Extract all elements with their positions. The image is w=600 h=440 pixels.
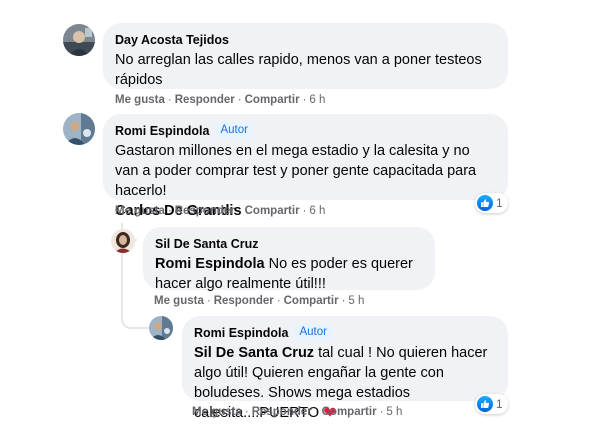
comment-text: No arreglan las calles rapido, menos van… xyxy=(115,52,482,88)
share-button[interactable]: Compartir xyxy=(284,295,339,307)
reply-bubble: Romi Espindola Autor Sil De Santa Cruz t… xyxy=(182,316,508,422)
separator: · xyxy=(302,205,307,217)
avatar[interactable] xyxy=(63,24,95,56)
separator: · xyxy=(276,295,281,307)
like-button[interactable]: Me gusta xyxy=(115,205,165,217)
share-button[interactable]: Compartir xyxy=(245,205,300,217)
separator: · xyxy=(314,406,319,418)
comment-author[interactable]: Day Acosta Tejidos xyxy=(115,33,229,47)
reaction-summary[interactable]: 1 xyxy=(475,193,508,213)
comment-author[interactable]: Romi Espindola xyxy=(115,124,209,138)
separator: · xyxy=(206,295,211,307)
author-badge: Autor xyxy=(294,324,332,341)
comment-bubble: Romi Espindola Autor Gastaron millones e… xyxy=(103,114,508,219)
timestamp[interactable]: 5 h xyxy=(348,295,364,307)
comment-actions: Me gusta · Responder · Compartir · 5 h xyxy=(192,406,402,418)
author-badge: Autor xyxy=(215,122,253,139)
reaction-summary[interactable]: 1 xyxy=(475,394,508,414)
reaction-count: 1 xyxy=(496,196,503,210)
comment-author[interactable]: Romi Espindola xyxy=(194,326,288,340)
share-button[interactable]: Compartir xyxy=(245,94,300,106)
timestamp[interactable]: 5 h xyxy=(386,406,402,418)
like-icon xyxy=(477,396,493,412)
comment-bubble: Day Acosta Tejidos No arreglan las calle… xyxy=(103,23,508,89)
reply-button[interactable]: Responder xyxy=(175,205,235,217)
mention-link[interactable]: Romi Espindola xyxy=(155,256,265,272)
comment-actions: Me gusta · Responder · Compartir · 6 h xyxy=(115,205,325,217)
separator: · xyxy=(237,205,242,217)
comment-text: Gastaron millones en el mega estadio y l… xyxy=(115,143,477,199)
separator: · xyxy=(302,94,307,106)
like-button[interactable]: Me gusta xyxy=(154,295,204,307)
like-icon xyxy=(477,195,493,211)
like-button[interactable]: Me gusta xyxy=(115,94,165,106)
avatar[interactable] xyxy=(63,113,95,145)
separator: · xyxy=(237,94,242,106)
comment-author[interactable]: Sil De Santa Cruz xyxy=(155,237,259,251)
reply-button[interactable]: Responder xyxy=(175,94,235,106)
share-button[interactable]: Compartir xyxy=(322,406,377,418)
like-button[interactable]: Me gusta xyxy=(192,406,242,418)
avatar-photo-icon xyxy=(149,316,173,340)
timestamp[interactable]: 6 h xyxy=(309,205,325,217)
reply-bubble: Sil De Santa Cruz Romi Espindola No es p… xyxy=(143,227,435,292)
reply-button[interactable]: Responder xyxy=(252,406,312,418)
reaction-count: 1 xyxy=(496,397,503,411)
avatar-photo-icon xyxy=(111,229,135,253)
separator: · xyxy=(244,406,249,418)
comment-actions: Me gusta · Responder · Compartir · 6 h xyxy=(115,94,325,106)
separator: · xyxy=(379,406,384,418)
separator: · xyxy=(167,94,172,106)
separator: · xyxy=(341,295,346,307)
timestamp[interactable]: 6 h xyxy=(309,94,325,106)
avatar[interactable] xyxy=(111,229,135,253)
avatar[interactable] xyxy=(149,316,173,340)
mention-link[interactable]: Sil De Santa Cruz xyxy=(194,345,314,361)
separator: · xyxy=(167,205,172,217)
comment-actions: Me gusta · Responder · Compartir · 5 h xyxy=(154,295,364,307)
avatar-photo-icon xyxy=(63,24,95,56)
avatar-photo-icon xyxy=(63,113,95,145)
reply-button[interactable]: Responder xyxy=(214,295,274,307)
